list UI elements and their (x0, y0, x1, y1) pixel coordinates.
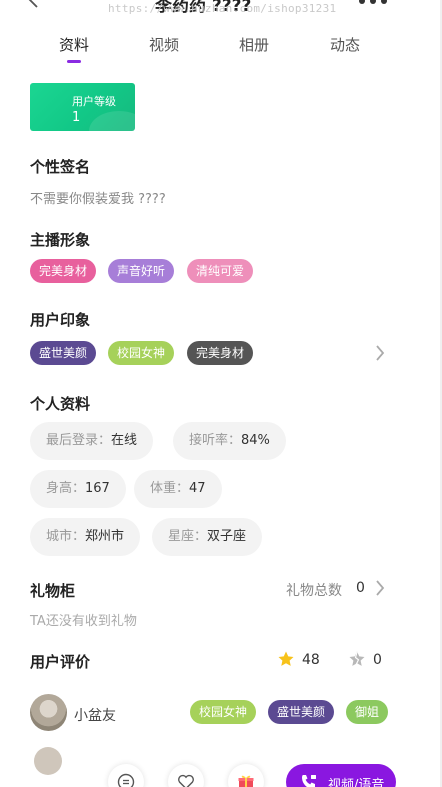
user-level-card: 用户等级 1 (30, 83, 135, 131)
impression-tag: 校园女神 (108, 341, 175, 365)
user-rating-title: 用户评价 (30, 653, 91, 671)
chevron-right-icon[interactable] (375, 580, 385, 596)
back-arrow-icon[interactable] (26, 0, 42, 8)
level-value: 1 (72, 110, 81, 125)
reviewer-name: 小盆友 (74, 708, 116, 724)
signature-title: 个性签名 (30, 158, 91, 176)
gift-button[interactable] (228, 764, 264, 787)
review-tag: 校园女神 (190, 700, 257, 724)
top-bar: 李药药 ???? https://www.huzhan.com/ishop312… (0, 0, 442, 16)
user-impression-title: 用户印象 (30, 311, 91, 329)
impression-tag: 盛世美颜 (30, 341, 97, 365)
moon-icon (46, 101, 52, 113)
video-call-icon (302, 775, 316, 787)
chat-button[interactable] (108, 764, 144, 787)
tab-profile[interactable]: 资料 (44, 34, 104, 55)
more-icon[interactable] (359, 0, 389, 6)
anchor-tag: 完美身材 (30, 259, 97, 283)
info-height: 身高：167 (30, 470, 126, 508)
tab-album[interactable]: 相册 (224, 34, 284, 55)
gift-empty-text: TA还没有收到礼物 (30, 614, 137, 629)
heart-icon (178, 774, 194, 787)
profile-tabs: 资料 视频 相册 动态 (0, 34, 442, 66)
tab-videos[interactable]: 视频 (134, 34, 194, 55)
follow-button[interactable] (168, 764, 204, 787)
info-last-login: 最后登录：在线 (30, 422, 154, 460)
info-city: 城市：郑州市 (30, 518, 141, 556)
watermark: https://www.huzhan.com/ishop31231 (108, 2, 337, 15)
gift-total-value: 0 (356, 580, 365, 596)
info-zodiac: 星座：双子座 (152, 518, 263, 556)
anchor-image-title: 主播形象 (30, 231, 91, 249)
anchor-tag: 声音好听 (108, 259, 175, 283)
good-rating-count: 48 (302, 652, 320, 668)
star-icon (278, 651, 294, 666)
chat-icon (117, 773, 135, 787)
gift-icon (238, 775, 254, 787)
broken-star-icon (349, 651, 365, 666)
review-tag: 盛世美颜 (268, 700, 335, 724)
signature-text: 不需要你假装爱我 ???? (30, 192, 166, 207)
anchor-tag: 清纯可爱 (187, 259, 254, 283)
review-tag: 御姐 (346, 700, 389, 724)
tab-moments[interactable]: 动态 (315, 34, 375, 55)
info-answer-rate: 接听率：84% (173, 422, 286, 460)
gift-total-label: 礼物总数 (286, 583, 342, 599)
personal-info-title: 个人资料 (30, 395, 91, 413)
avatar[interactable] (30, 694, 67, 731)
tab-indicator (67, 60, 81, 63)
call-button-label: 视频/语音 (328, 778, 385, 787)
info-weight: 体重：47 (134, 470, 222, 508)
bottom-action-bar: 视频/语音 (0, 760, 442, 787)
level-label: 用户等级 (72, 95, 116, 108)
impression-tag: 完美身材 (187, 341, 254, 365)
gift-cabinet-title: 礼物柜 (30, 582, 76, 600)
chevron-right-icon[interactable] (375, 345, 385, 361)
video-voice-call-button[interactable]: 视频/语音 (286, 764, 396, 787)
bad-rating-count: 0 (373, 652, 382, 668)
